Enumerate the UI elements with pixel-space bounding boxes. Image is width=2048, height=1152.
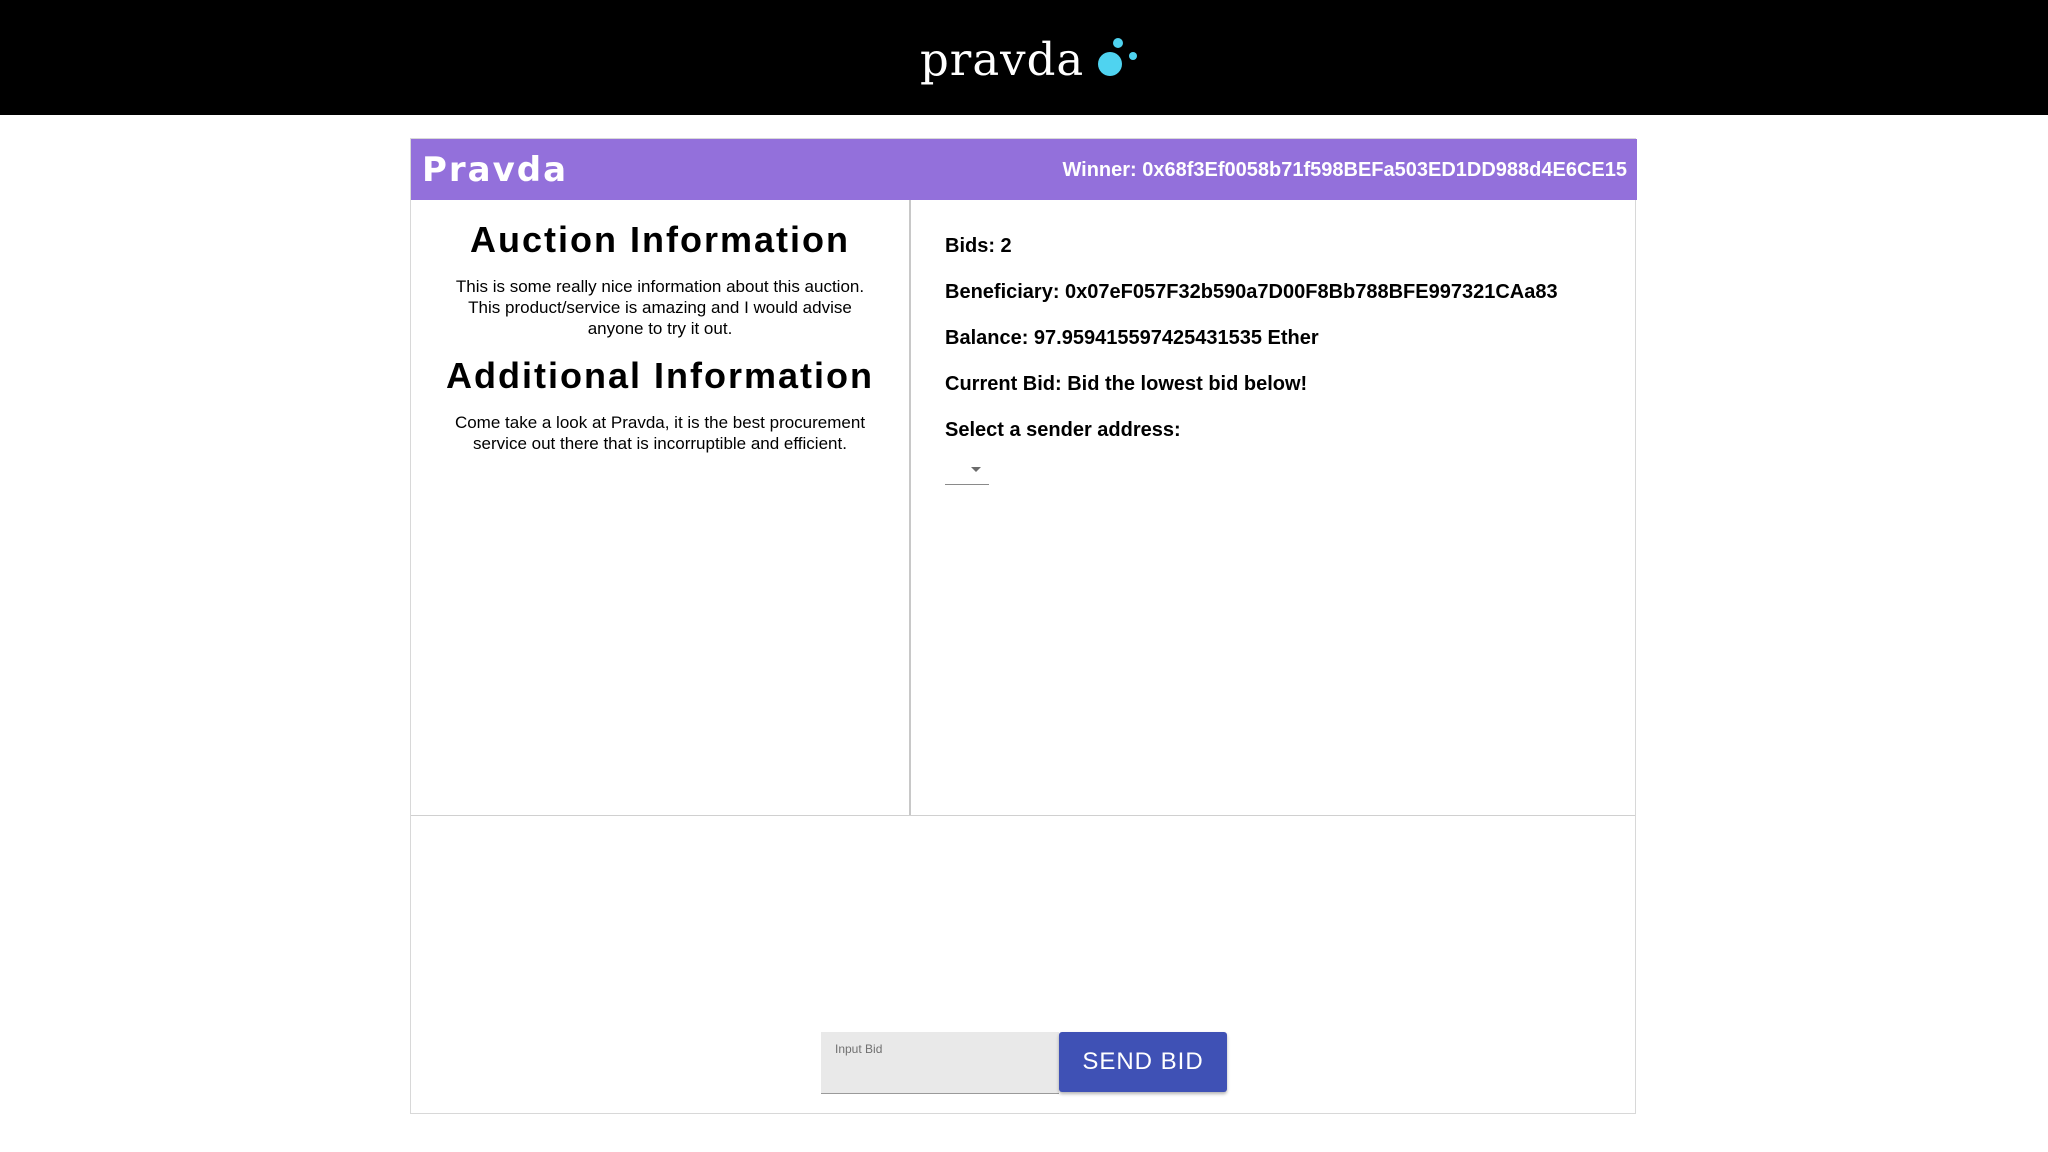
bid-input[interactable]: [833, 1062, 1049, 1090]
current-bid: Current Bid: Bid the lowest bid below!: [945, 373, 1308, 395]
auction-information-text: This is some really nice information abo…: [455, 277, 865, 338]
beneficiary-address: Beneficiary: 0x07eF057F32b590a7D00F8Bb78…: [945, 281, 1558, 303]
send-bid-button[interactable]: SEND BID: [1059, 1032, 1227, 1092]
brand-title: Pravda: [422, 150, 569, 190]
sender-address-label: Select a sender address:: [945, 419, 1181, 441]
sender-address-select[interactable]: [945, 458, 989, 485]
additional-information-heading: Additional Information: [446, 355, 874, 396]
bubbles-icon: [1098, 38, 1137, 76]
logo-wordmark: pravda: [920, 33, 1085, 86]
bid-input-field[interactable]: Input Bid: [821, 1032, 1059, 1094]
auction-card: Pravda Winner: 0x68f3Ef0058b71f598BEFa50…: [410, 138, 1637, 1114]
section-divider: [411, 815, 1635, 816]
chevron-down-icon: [971, 467, 981, 472]
top-bar: pravda: [0, 0, 2048, 115]
balance: Balance: 97.959415597425431535 Ether: [945, 327, 1319, 349]
info-panel: Auction Information This is some really …: [411, 200, 911, 815]
auction-status-panel: Bids: 2 Beneficiary: 0x07eF057F32b590a7D…: [911, 200, 1635, 815]
bids-count: Bids: 2: [945, 235, 1012, 257]
bid-input-label: Input Bid: [835, 1042, 883, 1056]
additional-information-text: Come take a look at Pravda, it is the be…: [454, 413, 866, 453]
card-header: Pravda Winner: 0x68f3Ef0058b71f598BEFa50…: [411, 139, 1637, 200]
auction-information-heading: Auction Information: [470, 219, 850, 260]
winner-address: Winner: 0x68f3Ef0058b71f598BEFa503ED1DD9…: [1062, 159, 1627, 181]
